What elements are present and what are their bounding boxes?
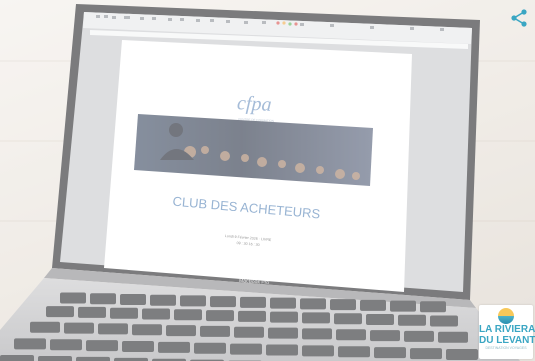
keyboard-key [110,307,138,319]
keyboard-key [210,296,236,308]
keyboard-key [270,311,298,323]
keyboard-key [302,328,332,340]
keyboard-key [234,326,264,338]
keyboard-key [60,292,86,304]
keyboard-key [404,330,434,342]
keyboard-key [334,313,362,325]
keyboard-key [78,306,106,318]
keyboard-key [142,308,170,320]
keyboard-key [302,345,334,357]
keyboard-key [338,346,370,358]
keyboard-key [76,356,110,361]
keyboard-key [194,342,226,354]
keyboard-key [390,300,416,312]
keyboard-key [122,341,154,353]
keyboard-key [50,339,82,351]
keyboard-key [374,347,406,359]
keyboard-key [360,299,386,311]
keyboard-key [166,325,196,337]
photo-scene: cfpa CENTRE DE FORMATION CLUB DES ACHETE… [0,0,535,361]
logo-tagline: DESTINATION VOYAGES [485,346,527,350]
share-icon[interactable] [509,8,529,28]
keyboard-key [98,323,128,335]
keyboard-key [150,294,176,306]
keyboard-key [446,348,478,360]
sun-sea-icon [498,308,514,324]
logo-line-2: DU LEVANT [479,335,535,346]
keyboard-key [0,355,34,361]
keyboard-key [240,296,266,308]
cfpa-logo-text: cfpa [237,92,273,116]
keyboard-key [366,313,394,325]
keyboard-key [200,325,230,337]
keyboard-key [86,340,118,352]
keyboard-key [430,315,458,327]
keyboard-key [180,295,206,307]
keyboard-key [420,301,446,313]
keyboard-key [46,306,74,318]
keyboard-key [370,330,400,342]
keyboard-key [330,299,356,311]
keyboard-key [206,310,234,322]
keyboard-key [230,343,262,355]
keyboard-key [238,310,266,322]
laptop-photo: cfpa CENTRE DE FORMATION CLUB DES ACHETE… [0,4,520,361]
keyboard-key [38,355,72,361]
keyboard-key [90,293,116,305]
keyboard-key [266,344,298,356]
riviera-du-levant-logo[interactable]: LA RIVIERA DU LEVANT DESTINATION VOYAGES [479,305,535,359]
keyboard-key [30,321,60,333]
keyboard-key [398,314,426,326]
keyboard-key [270,297,296,309]
keyboard-key [302,312,330,324]
logo-line-1: LA RIVIERA [479,324,535,335]
keyboard-key [132,324,162,336]
keyboard-key [174,309,202,321]
keyboard-key [120,293,146,305]
keyboard-key [410,348,442,360]
keyboard-key [158,341,190,353]
keyboard-key [64,322,94,334]
keyboard-key [268,327,298,339]
keyboard-key [336,329,366,341]
keyboard-key [14,338,46,350]
keyboard-key [438,331,468,343]
keyboard-key [300,298,326,310]
